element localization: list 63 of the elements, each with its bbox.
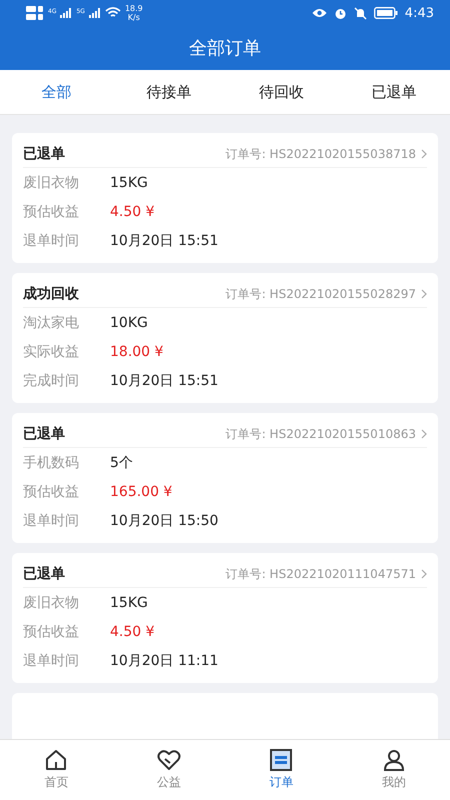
- order-number: 订单号: HS20221020155028297: [226, 286, 416, 302]
- signal-icon: [60, 8, 72, 18]
- home-icon: [45, 749, 68, 771]
- order-number: 订单号: HS20221020155038718: [226, 146, 416, 162]
- order-status: 成功回收: [23, 285, 80, 303]
- network-speed: 18.9: [124, 4, 143, 13]
- list-icon: [270, 749, 292, 771]
- order-status: 已退单: [23, 565, 66, 583]
- field-label: 手机数码: [23, 454, 80, 472]
- clock-time: 4:43: [404, 6, 434, 20]
- field-value: 4.50 ¥: [110, 624, 155, 640]
- order-status: 已退单: [23, 145, 66, 163]
- battery-icon: [374, 7, 398, 19]
- chevron-right-icon: [421, 569, 427, 579]
- field-value: 165.00 ¥: [110, 484, 172, 500]
- bell-muted-icon: [354, 6, 367, 20]
- chevron-right-icon: [421, 429, 427, 439]
- alarm-icon: [334, 6, 347, 20]
- field-label: 退单时间: [23, 232, 80, 250]
- field-value: 10月20日 15:50: [110, 512, 218, 530]
- field-label: 完成时间: [23, 372, 80, 390]
- field-label: 预估收益: [23, 482, 80, 500]
- field-label: 实际收益: [23, 342, 80, 360]
- field-label: 废旧衣物: [23, 594, 80, 612]
- field-label: 淘汰家电: [23, 314, 80, 332]
- chevron-right-icon: [421, 289, 427, 299]
- nav-tab[interactable]: 公益: [112, 740, 225, 800]
- heart-icon: [156, 749, 181, 771]
- field-label: 预估收益: [23, 202, 80, 220]
- order-number: 订单号: HS20221020155010863: [226, 426, 416, 442]
- field-value: 4.50 ¥: [110, 204, 155, 220]
- order-card[interactable]: 成功回收 订单号: HS20221020155028297 淘汰家电 10KG 实际收益 18.00 ¥ 完成时间 10月20日 15:51: [12, 273, 438, 403]
- nav-tab[interactable]: 我的: [338, 740, 450, 800]
- field-value: 18.00 ¥: [110, 344, 164, 360]
- field-value: 10月20日 15:51: [110, 232, 218, 250]
- order-number: 订单号: HS20221020111047571: [226, 566, 416, 582]
- field-value: 15KG: [110, 174, 148, 190]
- nav-tab[interactable]: 首页: [0, 740, 112, 800]
- person-icon: [382, 749, 405, 771]
- signal-icon: [88, 8, 101, 18]
- order-tab[interactable]: 待回收: [225, 70, 338, 114]
- order-card[interactable]: 已退单 订单号: HS20221020111047571 废旧衣物 15KG 预估收益 4.50 ¥ 退单时间 10月20日 11:11: [12, 553, 438, 683]
- order-card[interactable]: 已退单 订单号: HS20221020155038718 废旧衣物 15KG 预估收益 4.50 ¥ 退单时间 10月20日 15:51: [12, 133, 438, 263]
- field-value: 10KG: [110, 314, 148, 330]
- field-label: 退单时间: [23, 652, 80, 670]
- field-value: 15KG: [110, 594, 148, 610]
- field-label: 废旧衣物: [23, 174, 80, 192]
- wifi-icon: [104, 7, 121, 19]
- field-value: 10月20日 11:11: [110, 652, 218, 670]
- field-value: 10月20日 15:51: [110, 372, 218, 390]
- field-value: 5个: [110, 454, 133, 472]
- page-title: 全部订单: [189, 37, 261, 60]
- order-tab[interactable]: 已退单: [338, 70, 450, 114]
- chevron-right-icon: [421, 149, 427, 159]
- nav-tab[interactable]: 订单: [225, 740, 338, 800]
- order-tab[interactable]: 待接单: [112, 70, 225, 114]
- order-card[interactable]: 已退单 订单号: HS20221020155010863 手机数码 5个 预估收益 165.00 ¥ 退单时间 10月20日 15:50: [12, 413, 438, 543]
- field-label: 预估收益: [23, 622, 80, 640]
- eye-icon: [312, 8, 327, 18]
- speed-unit: K/s: [128, 13, 140, 22]
- order-tab[interactable]: 全部: [0, 70, 112, 114]
- field-label: 退单时间: [23, 512, 80, 530]
- order-status: 已退单: [23, 425, 66, 443]
